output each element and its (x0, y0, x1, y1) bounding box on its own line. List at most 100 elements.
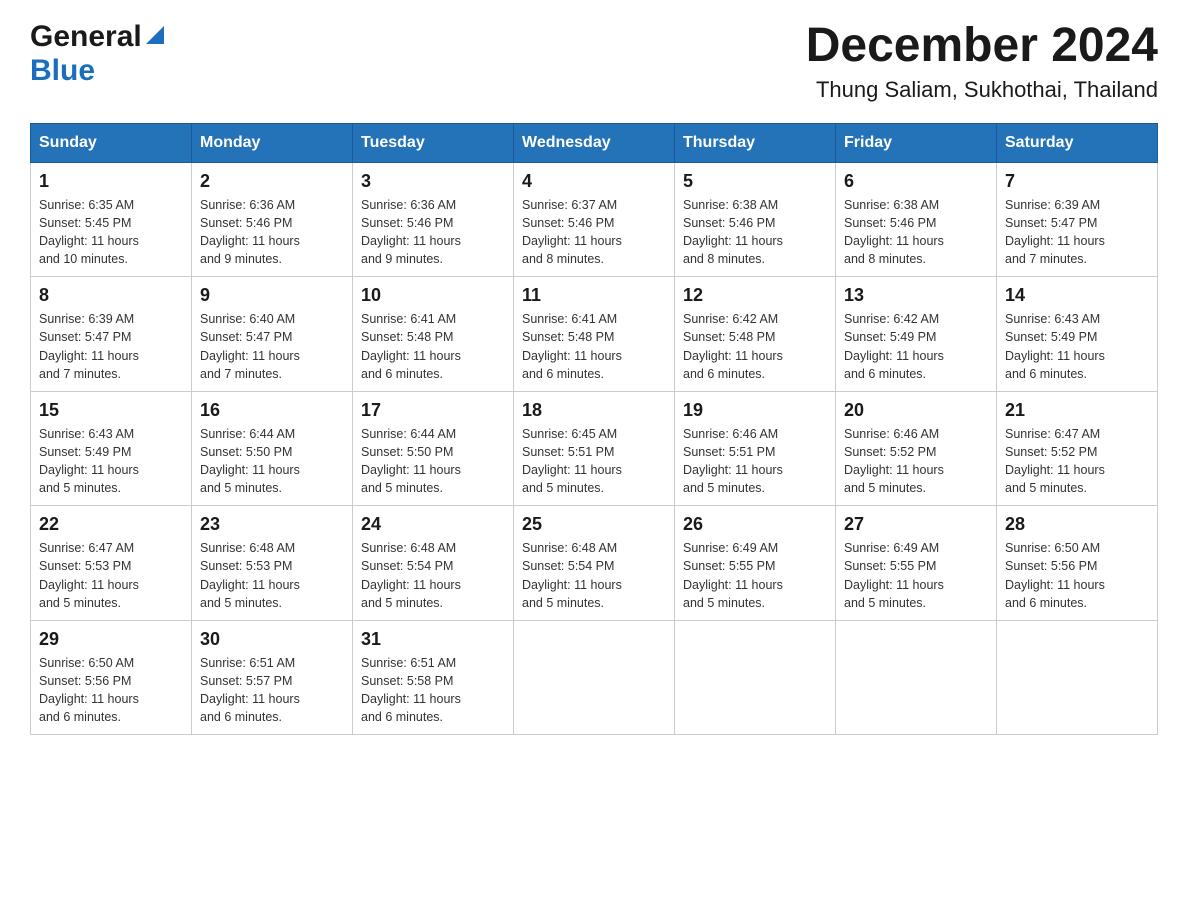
logo-blue-text: Blue (30, 54, 95, 87)
day-number: 31 (361, 629, 505, 650)
day-number: 10 (361, 285, 505, 306)
day-number: 18 (522, 400, 666, 421)
day-number: 6 (844, 171, 988, 192)
calendar-cell: 25 Sunrise: 6:48 AMSunset: 5:54 PMDayligh… (514, 506, 675, 621)
day-info: Sunrise: 6:48 AMSunset: 5:53 PMDaylight:… (200, 539, 344, 612)
day-info: Sunrise: 6:51 AMSunset: 5:57 PMDaylight:… (200, 654, 344, 727)
calendar-cell: 27 Sunrise: 6:49 AMSunset: 5:55 PMDayligh… (836, 506, 997, 621)
day-number: 25 (522, 514, 666, 535)
calendar-cell: 19 Sunrise: 6:46 AMSunset: 5:51 PMDayligh… (675, 391, 836, 506)
week-row-5: 29 Sunrise: 6:50 AMSunset: 5:56 PMDayligh… (31, 620, 1158, 735)
calendar-cell: 22 Sunrise: 6:47 AMSunset: 5:53 PMDayligh… (31, 506, 192, 621)
day-number: 8 (39, 285, 183, 306)
weekday-header-friday: Friday (836, 123, 997, 162)
day-info: Sunrise: 6:41 AMSunset: 5:48 PMDaylight:… (361, 310, 505, 383)
calendar-cell: 24 Sunrise: 6:48 AMSunset: 5:54 PMDayligh… (353, 506, 514, 621)
day-info: Sunrise: 6:35 AMSunset: 5:45 PMDaylight:… (39, 196, 183, 269)
calendar-cell (675, 620, 836, 735)
main-title: December 2024 (806, 20, 1158, 73)
logo-general-text: General (30, 20, 142, 54)
day-number: 23 (200, 514, 344, 535)
week-row-1: 1 Sunrise: 6:35 AMSunset: 5:45 PMDaylight… (31, 162, 1158, 277)
logo: General Blue (30, 20, 164, 88)
day-number: 14 (1005, 285, 1149, 306)
title-section: December 2024 Thung Saliam, Sukhothai, T… (806, 20, 1158, 103)
day-info: Sunrise: 6:43 AMSunset: 5:49 PMDaylight:… (1005, 310, 1149, 383)
day-info: Sunrise: 6:43 AMSunset: 5:49 PMDaylight:… (39, 425, 183, 498)
day-number: 22 (39, 514, 183, 535)
calendar-cell: 7Sunrise: 6:39 AMSunset: 5:47 PMDaylight… (997, 162, 1158, 277)
calendar-cell: 26Sunrise: 6:49 AMSunset: 5:55 PMDayligh… (675, 506, 836, 621)
calendar-table: SundayMondayTuesdayWednesdayThursdayFrid… (30, 123, 1158, 736)
day-info: Sunrise: 6:50 AMSunset: 5:56 PMDaylight:… (39, 654, 183, 727)
day-number: 15 (39, 400, 183, 421)
day-number: 13 (844, 285, 988, 306)
day-info: Sunrise: 6:38 AMSunset: 5:46 PMDaylight:… (683, 196, 827, 269)
calendar-cell: 20Sunrise: 6:46 AMSunset: 5:52 PMDayligh… (836, 391, 997, 506)
calendar-cell: 28 Sunrise: 6:50 AMSunset: 5:56 PMDayligh… (997, 506, 1158, 621)
calendar-cell: 30 Sunrise: 6:51 AMSunset: 5:57 PMDayligh… (192, 620, 353, 735)
calendar-cell: 15 Sunrise: 6:43 AMSunset: 5:49 PMDayligh… (31, 391, 192, 506)
day-info: Sunrise: 6:42 AMSunset: 5:49 PMDaylight:… (844, 310, 988, 383)
day-number: 27 (844, 514, 988, 535)
day-info: Sunrise: 6:39 AMSunset: 5:47 PMDaylight:… (1005, 196, 1149, 269)
day-number: 1 (39, 171, 183, 192)
weekday-header-tuesday: Tuesday (353, 123, 514, 162)
calendar-cell: 31 Sunrise: 6:51 AMSunset: 5:58 PMDayligh… (353, 620, 514, 735)
day-number: 16 (200, 400, 344, 421)
day-info: Sunrise: 6:46 AMSunset: 5:52 PMDaylight:… (844, 425, 988, 498)
day-number: 4 (522, 171, 666, 192)
calendar-cell (836, 620, 997, 735)
calendar-cell: 18Sunrise: 6:45 AMSunset: 5:51 PMDayligh… (514, 391, 675, 506)
week-row-3: 15 Sunrise: 6:43 AMSunset: 5:49 PMDayligh… (31, 391, 1158, 506)
day-number: 30 (200, 629, 344, 650)
weekday-header-sunday: Sunday (31, 123, 192, 162)
day-info: Sunrise: 6:40 AMSunset: 5:47 PMDaylight:… (200, 310, 344, 383)
day-info: Sunrise: 6:42 AMSunset: 5:48 PMDaylight:… (683, 310, 827, 383)
weekday-header-saturday: Saturday (997, 123, 1158, 162)
calendar-cell: 13 Sunrise: 6:42 AMSunset: 5:49 PMDayligh… (836, 277, 997, 392)
day-info: Sunrise: 6:47 AMSunset: 5:53 PMDaylight:… (39, 539, 183, 612)
day-number: 19 (683, 400, 827, 421)
day-info: Sunrise: 6:51 AMSunset: 5:58 PMDaylight:… (361, 654, 505, 727)
day-number: 12 (683, 285, 827, 306)
calendar-cell: 21 Sunrise: 6:47 AMSunset: 5:52 PMDayligh… (997, 391, 1158, 506)
day-number: 21 (1005, 400, 1149, 421)
calendar-cell: 12 Sunrise: 6:42 AMSunset: 5:48 PMDayligh… (675, 277, 836, 392)
day-info: Sunrise: 6:39 AMSunset: 5:47 PMDaylight:… (39, 310, 183, 383)
day-info: Sunrise: 6:47 AMSunset: 5:52 PMDaylight:… (1005, 425, 1149, 498)
calendar-cell (997, 620, 1158, 735)
day-number: 3 (361, 171, 505, 192)
day-info: Sunrise: 6:48 AMSunset: 5:54 PMDaylight:… (522, 539, 666, 612)
day-info: Sunrise: 6:50 AMSunset: 5:56 PMDaylight:… (1005, 539, 1149, 612)
day-number: 24 (361, 514, 505, 535)
calendar-cell: 8 Sunrise: 6:39 AMSunset: 5:47 PMDaylight… (31, 277, 192, 392)
day-info: Sunrise: 6:49 AMSunset: 5:55 PMDaylight:… (844, 539, 988, 612)
calendar-cell: 5 Sunrise: 6:38 AMSunset: 5:46 PMDaylight… (675, 162, 836, 277)
weekday-header-monday: Monday (192, 123, 353, 162)
calendar-cell: 17Sunrise: 6:44 AMSunset: 5:50 PMDayligh… (353, 391, 514, 506)
day-number: 5 (683, 171, 827, 192)
calendar-cell: 11Sunrise: 6:41 AMSunset: 5:48 PMDayligh… (514, 277, 675, 392)
page-header: General Blue December 2024 Thung Saliam,… (30, 20, 1158, 103)
weekday-header-wednesday: Wednesday (514, 123, 675, 162)
day-number: 29 (39, 629, 183, 650)
day-info: Sunrise: 6:46 AMSunset: 5:51 PMDaylight:… (683, 425, 827, 498)
calendar-cell: 6Sunrise: 6:38 AMSunset: 5:46 PMDaylight… (836, 162, 997, 277)
calendar-cell: 1 Sunrise: 6:35 AMSunset: 5:45 PMDaylight… (31, 162, 192, 277)
day-info: Sunrise: 6:37 AMSunset: 5:46 PMDaylight:… (522, 196, 666, 269)
calendar-cell (514, 620, 675, 735)
day-info: Sunrise: 6:48 AMSunset: 5:54 PMDaylight:… (361, 539, 505, 612)
subtitle: Thung Saliam, Sukhothai, Thailand (806, 77, 1158, 103)
day-info: Sunrise: 6:44 AMSunset: 5:50 PMDaylight:… (200, 425, 344, 498)
week-row-2: 8 Sunrise: 6:39 AMSunset: 5:47 PMDaylight… (31, 277, 1158, 392)
day-number: 11 (522, 285, 666, 306)
day-number: 28 (1005, 514, 1149, 535)
day-number: 9 (200, 285, 344, 306)
day-info: Sunrise: 6:49 AMSunset: 5:55 PMDaylight:… (683, 539, 827, 612)
calendar-cell: 2Sunrise: 6:36 AMSunset: 5:46 PMDaylight… (192, 162, 353, 277)
calendar-cell: 10 Sunrise: 6:41 AMSunset: 5:48 PMDayligh… (353, 277, 514, 392)
calendar-cell: 9 Sunrise: 6:40 AMSunset: 5:47 PMDaylight… (192, 277, 353, 392)
logo-triangle-icon (146, 26, 164, 49)
weekday-header-thursday: Thursday (675, 123, 836, 162)
